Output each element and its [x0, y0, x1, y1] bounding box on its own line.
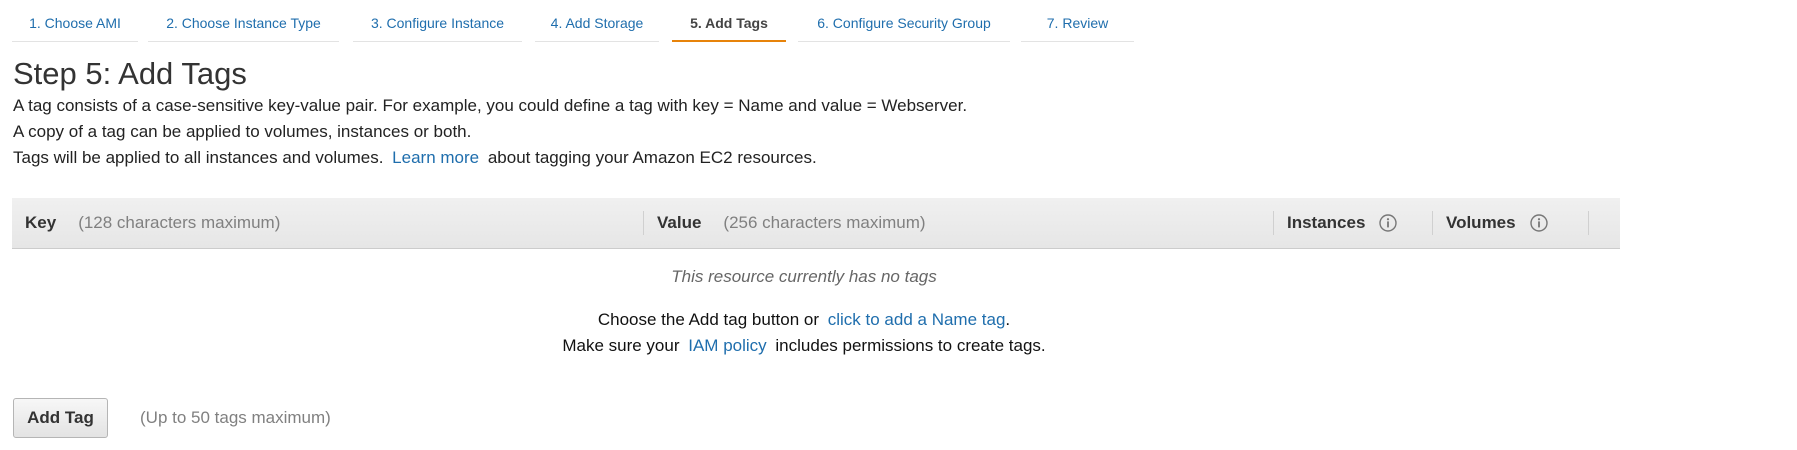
empty-tags-message: This resource currently has no tags	[671, 267, 937, 286]
description-line-1: A tag consists of a case-sensitive key-v…	[13, 96, 968, 115]
description-text: Tags will be applied to all instances an…	[13, 148, 384, 167]
tab-label: 7. Review	[1046, 15, 1109, 31]
instances-column-header: Instances	[1287, 198, 1398, 248]
tab-configure-security-group[interactable]: 6. Configure Security Group	[798, 0, 1010, 42]
instances-header-label: Instances	[1287, 213, 1366, 232]
key-header-label: Key	[25, 213, 57, 232]
instruction-text: Choose the Add tag button or	[597, 310, 820, 329]
add-tag-button[interactable]: Add Tag	[13, 398, 108, 438]
info-icon[interactable]	[1379, 214, 1398, 232]
tab-choose-instance-type[interactable]: 2. Choose Instance Type	[148, 0, 339, 42]
tab-label: 5. Add Tags	[690, 15, 768, 31]
tab-label: 4. Add Storage	[550, 15, 644, 31]
tab-label: 2. Choose Instance Type	[166, 15, 321, 31]
column-divider	[1432, 211, 1433, 235]
volumes-column-header: Volumes	[1446, 198, 1548, 248]
instruction-text: includes permissions to create tags.	[775, 336, 1046, 355]
tab-add-storage[interactable]: 4. Add Storage	[535, 0, 659, 42]
volumes-header-label: Volumes	[1446, 213, 1516, 232]
learn-more-link[interactable]: Learn more	[392, 148, 479, 167]
tab-label: 3. Configure Instance	[370, 15, 505, 31]
value-column-header: Value (256 characters maximum)	[657, 198, 926, 248]
add-tag-instructions: Choose the Add tag button or click to ad…	[0, 309, 1608, 331]
description-line-3: Tags will be applied to all instances an…	[13, 147, 817, 169]
tab-review[interactable]: 7. Review	[1021, 0, 1134, 42]
tab-label: 1. Choose AMI	[29, 15, 121, 31]
instruction-text: .	[1005, 310, 1011, 329]
value-header-label: Value	[657, 213, 702, 232]
column-divider	[643, 211, 644, 235]
tab-choose-ami[interactable]: 1. Choose AMI	[12, 0, 138, 42]
add-name-tag-link[interactable]: click to add a Name tag	[828, 310, 1006, 329]
iam-policy-link[interactable]: IAM policy	[688, 336, 766, 355]
iam-policy-note: Make sure your IAM policy includes permi…	[0, 335, 1608, 357]
tab-add-tags[interactable]: 5. Add Tags	[672, 0, 786, 42]
info-icon[interactable]	[1529, 214, 1548, 232]
tab-label: 6. Configure Security Group	[817, 15, 991, 31]
column-divider	[1588, 211, 1589, 235]
tags-table-header: Key (128 characters maximum) Value (256 …	[12, 198, 1620, 249]
add-tags-page: 1. Choose AMI 2. Choose Instance Type 3.…	[0, 0, 1797, 450]
key-column-header: Key (128 characters maximum)	[25, 198, 280, 248]
value-header-hint: (256 characters maximum)	[723, 213, 926, 232]
instruction-text: Make sure your	[562, 336, 680, 355]
add-tag-limit-hint: (Up to 50 tags maximum)	[140, 408, 331, 427]
page-title: Step 5: Add Tags	[13, 56, 247, 91]
description-line-2: A copy of a tag can be applied to volume…	[13, 122, 472, 141]
tab-configure-instance[interactable]: 3. Configure Instance	[353, 0, 522, 42]
column-divider	[1273, 211, 1274, 235]
description-text: about tagging your Amazon EC2 resources.	[487, 148, 817, 167]
key-header-hint: (128 characters maximum)	[78, 213, 281, 232]
